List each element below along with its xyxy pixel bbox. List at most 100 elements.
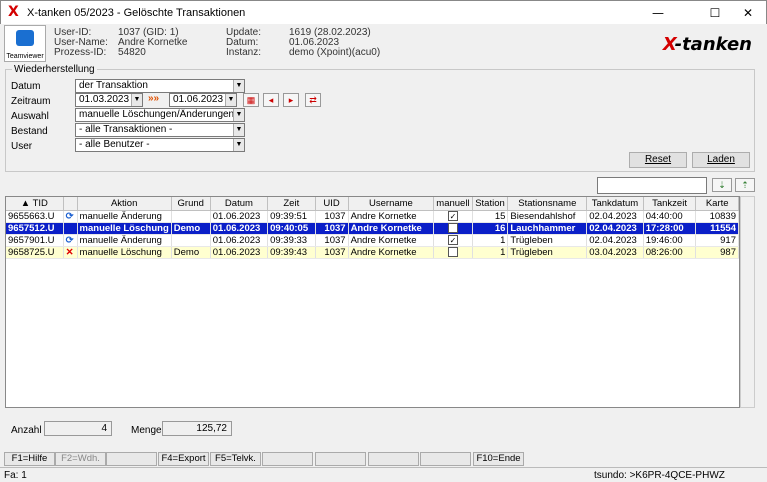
table-row[interactable]: 9655663.U ⟳ manuelle Änderung 01.06.2023 09:… [6,210,739,223]
chevron-down-icon: ▼ [225,94,236,106]
column-header[interactable]: Tankzeit [643,197,697,211]
cell-karte: 987 [695,246,739,259]
cell-uid: 1037 [315,210,349,223]
search-input[interactable] [597,177,707,194]
chevron-down-icon: ▼ [233,124,244,136]
calendar-forward-icon[interactable]: ▸ [283,93,299,107]
instanz-label: Instanz: [226,47,262,58]
minimize-button[interactable]: — [638,3,678,23]
refresh-icon: ⟳ [63,210,78,223]
cell-sname: Trügleben [507,246,588,259]
table-row[interactable]: 9657512.U manuelle Löschung Demo 01.06.2023… [6,222,739,235]
column-header[interactable]: Station [472,197,509,211]
column-header[interactable]: Tankdatum [586,197,644,211]
cell-user: Andre Kornetke [348,246,435,259]
fkey-f4[interactable]: F4=Export [158,452,209,466]
column-header[interactable]: Stationsname [507,197,588,211]
cell-sname: Lauchhammer [507,222,588,235]
column-header[interactable]: Zeit [267,197,316,211]
transactions-table[interactable]: ▲ TID Aktion Grund Datum Zeit UID Username manu… [5,196,740,408]
close-button[interactable]: ✕ [728,3,767,23]
laden-button[interactable]: Laden [692,152,750,168]
table-row[interactable]: 9657901.U ⟳ manuelle Änderung 01.06.2023 09:… [6,234,739,247]
cell-sname: Trügleben [507,234,588,247]
auswahl-select[interactable]: manuelle Löschungen/Änderungen ▼ [75,108,245,122]
cell-datum: 01.06.2023 [210,210,269,223]
data-table: ▲ TID Aktion Grund Datum Zeit UID Username manu… [6,197,739,259]
column-header[interactable]: Username [348,197,435,211]
user-select[interactable]: - alle Benutzer - ▼ [75,138,245,152]
column-header[interactable]: UID [315,197,349,211]
chevron-down-icon: ▼ [233,109,244,121]
window-title: X-tanken 05/2023 - Gelöschte Transaktion… [27,7,246,19]
range-arrow-icon[interactable]: »» [148,93,159,104]
chevron-down-icon: ▼ [131,94,142,106]
cell-tid: 9655663.U [6,210,64,223]
anzahl-label: Anzahl [11,425,42,436]
manuell-checkbox [433,246,473,259]
cell-tdatum: 02.04.2023 [586,234,644,247]
column-header[interactable]: ▲ TID [6,197,64,211]
fkey-f1[interactable]: F1=Hilfe [4,452,55,466]
bestand-select[interactable]: - alle Transaktionen - ▼ [75,123,245,137]
column-header[interactable]: manuell [433,197,473,211]
datum-filter-label: Datum [11,81,41,92]
cell-grund [171,210,211,223]
search-down-icon[interactable]: ⇣ [712,178,732,192]
cell-karte: 10839 [695,210,739,223]
cell-tzeit: 04:40:00 [643,210,697,223]
search-up-icon[interactable]: ⇡ [735,178,755,192]
cell-datum: 01.06.2023 [210,234,269,247]
fkey-f2[interactable]: F2=Wdh. [55,452,106,466]
cell-uid: 1037 [315,234,349,247]
cell-tzeit: 19:46:00 [643,234,697,247]
cell-user: Andre Kornetke [348,234,435,247]
table-row[interactable]: 9658725.U ✕ manuelle Löschung Demo 01.06.202… [6,246,739,259]
fkey-f10[interactable]: F10=Ende [473,452,524,466]
cell-station: 1 [472,234,509,247]
cell-tzeit: 08:26:00 [643,246,697,259]
cell-tid: 9658725.U [6,246,64,259]
calendar-back-icon[interactable]: ◂ [263,93,279,107]
cell-aktion: manuelle Änderung [77,234,172,247]
cell-tdatum: 02.04.2023 [586,210,644,223]
vertical-scrollbar[interactable] [740,196,755,408]
instanz-value: demo (Xpoint)(acu0) [289,47,381,58]
column-header[interactable]: Datum [210,197,269,211]
swap-dates-icon[interactable]: ⇄ [305,93,321,107]
cell-tdatum: 03.04.2023 [586,246,644,259]
cell-zeit: 09:39:33 [267,234,316,247]
chevron-down-icon: ▼ [233,139,244,151]
status-bar: Fa: 1 tsundo: >K6PR-4QCE-PHWZ [0,467,767,482]
filter-legend: Wiederherstellung [14,64,95,75]
reset-button[interactable]: Reset [629,152,687,168]
column-header[interactable]: Karte [695,197,739,211]
brand-logo: X-tanken [662,34,752,55]
cell-grund: Demo [171,246,211,259]
manuell-checkbox [433,222,473,235]
cell-tzeit: 17:28:00 [643,222,697,235]
cell-uid: 1037 [315,246,349,259]
user-label: User [11,141,33,152]
cell-datum: 01.06.2023 [210,246,269,259]
datum-select[interactable]: der Transaktion ▼ [75,79,245,93]
fkey-f5[interactable]: F5=Telvk. [210,452,261,466]
fkey-empty [368,452,419,466]
teamviewer-button[interactable]: Teamviewer [4,25,46,62]
column-header[interactable]: Grund [171,197,211,211]
status-right: tsundo: >K6PR-4QCE-PHWZ [594,470,725,481]
cell-aktion: manuelle Änderung [77,210,172,223]
to-date-field[interactable]: 01.06.2023 ▼ [169,93,237,107]
column-header[interactable] [63,197,78,211]
teamviewer-label: Teamviewer [6,53,44,60]
from-date-field[interactable]: 01.03.2023 ▼ [75,93,143,107]
prozess-label: Prozess-ID: [54,47,107,58]
cell-tid: 9657512.U [6,222,64,235]
zeitraum-label: Zeitraum [11,96,51,107]
cell-sname: Biesendahlshof [507,210,588,223]
cell-grund [171,234,211,247]
column-header[interactable]: Aktion [77,197,172,211]
status-left: Fa: 1 [4,470,27,481]
cell-aktion: manuelle Löschung [77,246,172,259]
calendar-icon[interactable]: ▦ [243,93,259,107]
